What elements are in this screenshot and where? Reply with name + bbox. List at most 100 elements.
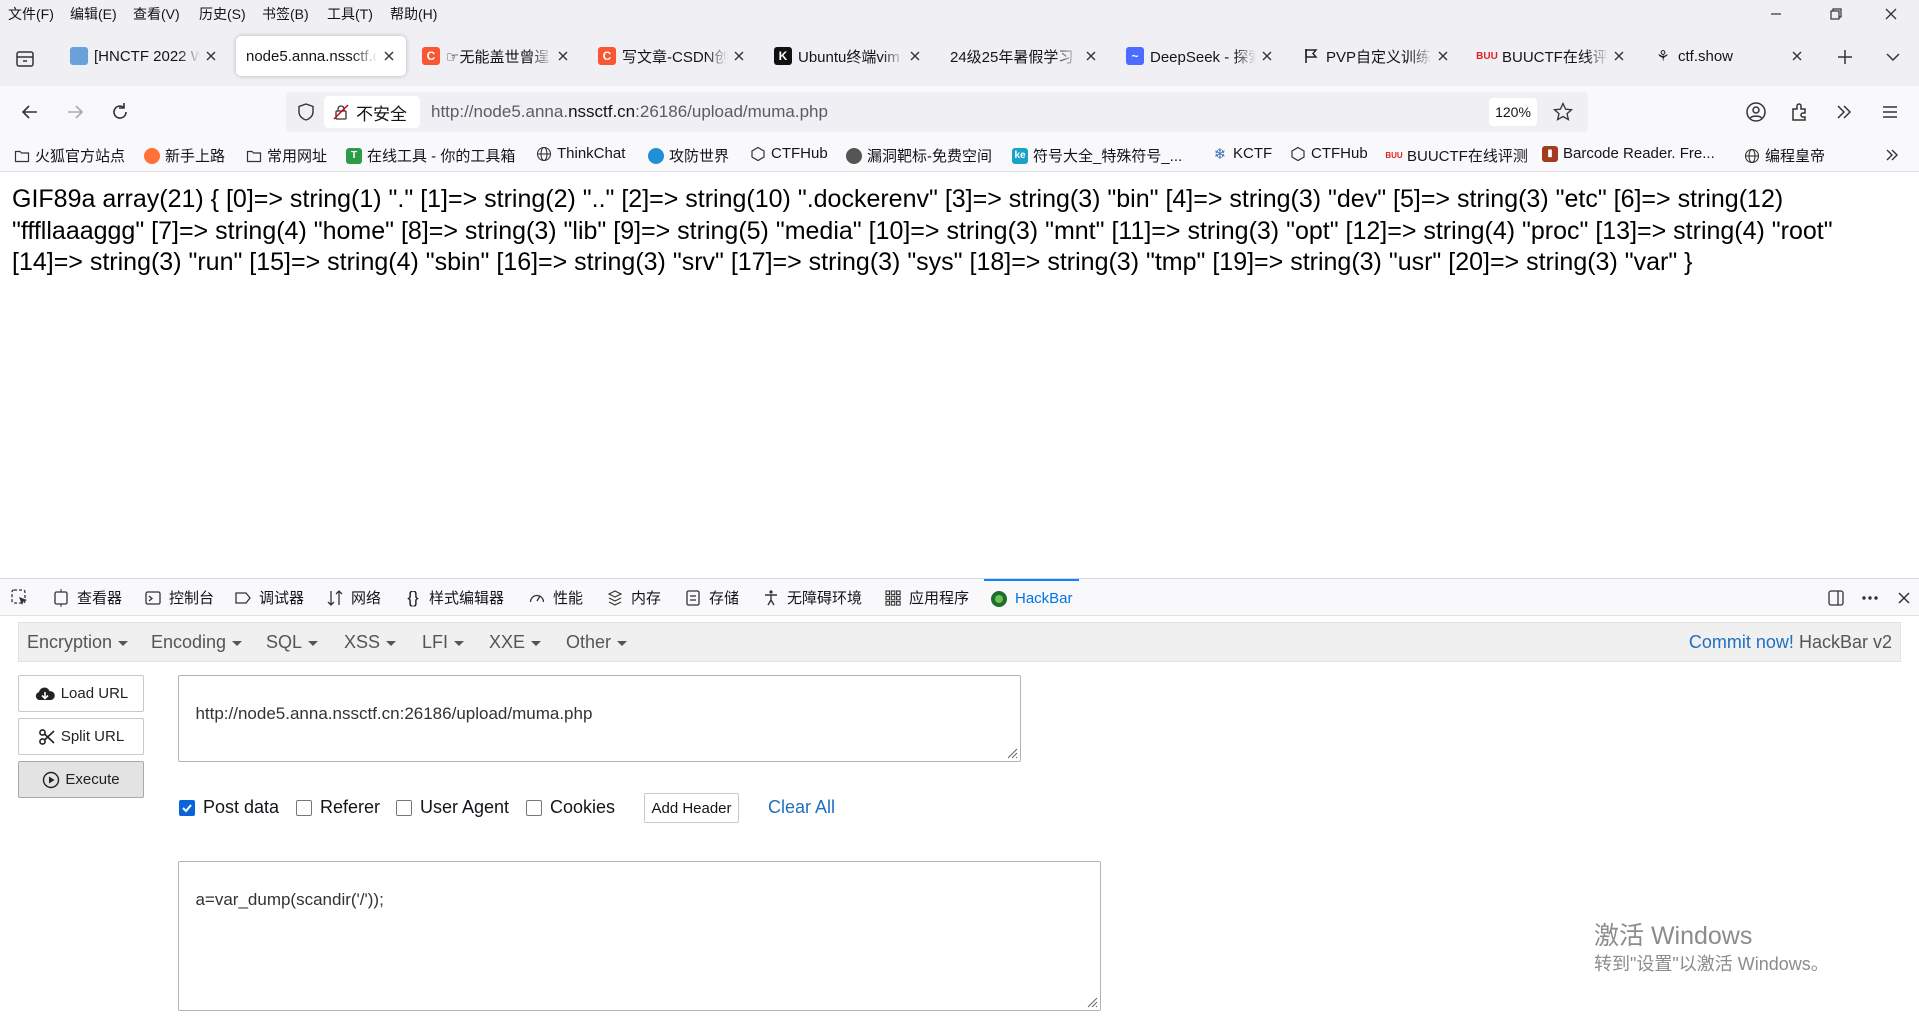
close-tab-icon[interactable] (382, 49, 396, 63)
tab-buuctf[interactable]: BUU BUUCTF在线评测 (1466, 36, 1636, 76)
bookmark-item[interactable]: 新手上路 (144, 145, 225, 166)
option-label: Referer (320, 797, 381, 817)
bookmark-item[interactable]: ThinkChat (536, 145, 625, 162)
load-url-button[interactable]: Load URL (18, 675, 144, 712)
menu-view[interactable]: 查看(V) (133, 4, 180, 24)
hamburger-menu-icon[interactable] (1878, 100, 1902, 124)
split-url-button[interactable]: Split URL (18, 718, 144, 755)
minimize-icon[interactable] (1766, 4, 1786, 24)
menu-file[interactable]: 文件(F) (8, 4, 54, 24)
tab-deepseek[interactable]: ~ DeepSeek - 探索 (1114, 36, 1284, 76)
overflow-chevron-icon[interactable] (1832, 100, 1856, 124)
tab-inspector[interactable]: 查看器 (52, 579, 122, 616)
checkbox-checked[interactable] (179, 799, 195, 816)
bookmark-item[interactable]: 火狐官方站点 (14, 145, 125, 166)
tab-hnctf[interactable]: [HNCTF 2022 W (58, 36, 228, 76)
tab-csdn-write[interactable]: C 写文章-CSDN创 (586, 36, 756, 76)
checkbox-unchecked[interactable] (526, 799, 542, 816)
dock-side-icon[interactable] (1826, 588, 1846, 608)
reload-icon[interactable] (108, 100, 132, 124)
tab-network[interactable]: 网络 (326, 579, 381, 616)
url-textarea[interactable]: http://node5.anna.nssctf.cn:26186/upload… (178, 675, 1021, 762)
close-window-icon[interactable] (1881, 4, 1901, 24)
close-tab-icon[interactable] (1260, 49, 1274, 63)
forward-icon[interactable] (63, 100, 87, 124)
menu-help[interactable]: 帮助(H) (390, 4, 437, 24)
account-icon[interactable] (1744, 100, 1768, 124)
menu-xss[interactable]: XSS (344, 632, 397, 653)
tab-pvp[interactable]: PVP自定义训练 (1290, 36, 1460, 76)
menu-encryption[interactable]: Encryption (27, 632, 129, 653)
tab-ctfshow[interactable]: ⚘ ctf.show (1642, 36, 1814, 76)
url-bar[interactable]: 不安全 http://node5.anna.nssctf.cn:26186/up… (286, 92, 1588, 132)
cookies-checkbox[interactable]: Cookies (526, 797, 615, 818)
user-agent-checkbox[interactable]: User Agent (396, 797, 509, 818)
tab-summer-study[interactable]: 24级25年暑假学习 (938, 36, 1108, 76)
bookmark-item[interactable]: CTFHub (750, 145, 828, 162)
extensions-icon[interactable] (1788, 100, 1812, 124)
bookmark-star-icon[interactable] (1552, 101, 1574, 123)
bookmark-item[interactable]: ❄ KCTF (1212, 145, 1272, 163)
zoom-indicator[interactable]: 120% (1489, 98, 1537, 126)
tab-application[interactable]: 应用程序 (884, 579, 969, 616)
menu-sql[interactable]: SQL (266, 632, 319, 653)
bookmark-item[interactable]: CTFHub (1290, 145, 1368, 162)
close-tab-icon[interactable] (1790, 49, 1804, 63)
close-tab-icon[interactable] (204, 49, 218, 63)
tab-accessibility[interactable]: 无障碍环境 (762, 579, 862, 616)
tab-hackbar[interactable]: HackBar (984, 579, 1079, 616)
checkbox-unchecked[interactable] (396, 799, 412, 816)
menu-other[interactable]: Other (566, 632, 628, 653)
close-tab-icon[interactable] (732, 49, 746, 63)
close-devtools-icon[interactable] (1894, 588, 1914, 608)
tab-console[interactable]: 控制台 (144, 579, 214, 616)
tab-storage[interactable]: 存储 (684, 579, 739, 616)
tab-memory[interactable]: 内存 (606, 579, 661, 616)
close-tab-icon[interactable] (1436, 49, 1450, 63)
more-options-icon[interactable] (1860, 588, 1880, 608)
new-tab-icon[interactable] (1834, 46, 1856, 68)
back-icon[interactable] (18, 100, 42, 124)
tracking-shield-icon[interactable] (296, 102, 316, 122)
menu-edit[interactable]: 编辑(E) (70, 4, 117, 24)
tab-ubuntu[interactable]: K Ubuntu终端vim (762, 36, 932, 76)
tab-list-chevron-icon[interactable] (1882, 46, 1904, 68)
bookmark-item[interactable]: 常用网址 (246, 145, 327, 166)
post-data-checkbox[interactable]: Post data (179, 797, 279, 818)
checkbox-unchecked[interactable] (296, 799, 312, 816)
menu-xxe[interactable]: XXE (489, 632, 542, 653)
tab-muma-active[interactable]: node5.anna.nssctf.c (236, 36, 406, 76)
menu-lfi[interactable]: LFI (422, 632, 465, 653)
menu-tools[interactable]: 工具(T) (327, 4, 373, 24)
bookmark-item[interactable]: 攻防世界 (648, 145, 729, 166)
tab-style-editor[interactable]: {} 样式编辑器 (404, 579, 504, 616)
restore-icon[interactable] (1826, 4, 1846, 24)
commit-now-link[interactable]: Commit now! (1689, 632, 1794, 652)
close-tab-icon[interactable] (556, 49, 570, 63)
close-tab-icon[interactable] (1612, 49, 1626, 63)
bookmark-item[interactable]: 漏洞靶标-免费空间 (846, 145, 992, 166)
add-header-button[interactable]: Add Header (644, 793, 739, 823)
bookmark-item[interactable]: 编程皇帝 (1744, 145, 1825, 166)
bookmark-item[interactable]: BUU BUUCTF在线评测 (1385, 145, 1528, 166)
clear-all-link[interactable]: Clear All (768, 797, 835, 818)
execute-button[interactable]: Execute (18, 761, 144, 798)
tab-csdn-1[interactable]: C ☞无能盖世曾逞 (410, 36, 580, 76)
url-text[interactable]: http://node5.anna.nssctf.cn:26186/upload… (431, 102, 828, 122)
menu-history[interactable]: 历史(S) (199, 4, 246, 24)
close-tab-icon[interactable] (908, 49, 922, 63)
post-data-textarea[interactable]: a=var_dump(scandir('/')); (178, 861, 1101, 1011)
insecure-badge[interactable]: 不安全 (324, 96, 420, 128)
tab-overview-icon[interactable] (14, 48, 36, 70)
element-picker-icon[interactable] (10, 579, 30, 616)
menu-encoding[interactable]: Encoding (151, 632, 243, 653)
tab-performance[interactable]: 性能 (528, 579, 583, 616)
referer-checkbox[interactable]: Referer (296, 797, 380, 818)
tab-debugger[interactable]: 调试器 (234, 579, 304, 616)
bookmarks-overflow-icon[interactable] (1882, 145, 1902, 165)
bookmark-item[interactable]: T 在线工具 - 你的工具箱 (346, 145, 515, 166)
close-tab-icon[interactable] (1084, 49, 1098, 63)
bookmark-item[interactable]: ke 符号大全_特殊符号_... (1012, 145, 1182, 166)
bookmark-item[interactable]: ▮ Barcode Reader. Fre... (1542, 145, 1715, 162)
menu-bookmarks[interactable]: 书签(B) (262, 4, 309, 24)
